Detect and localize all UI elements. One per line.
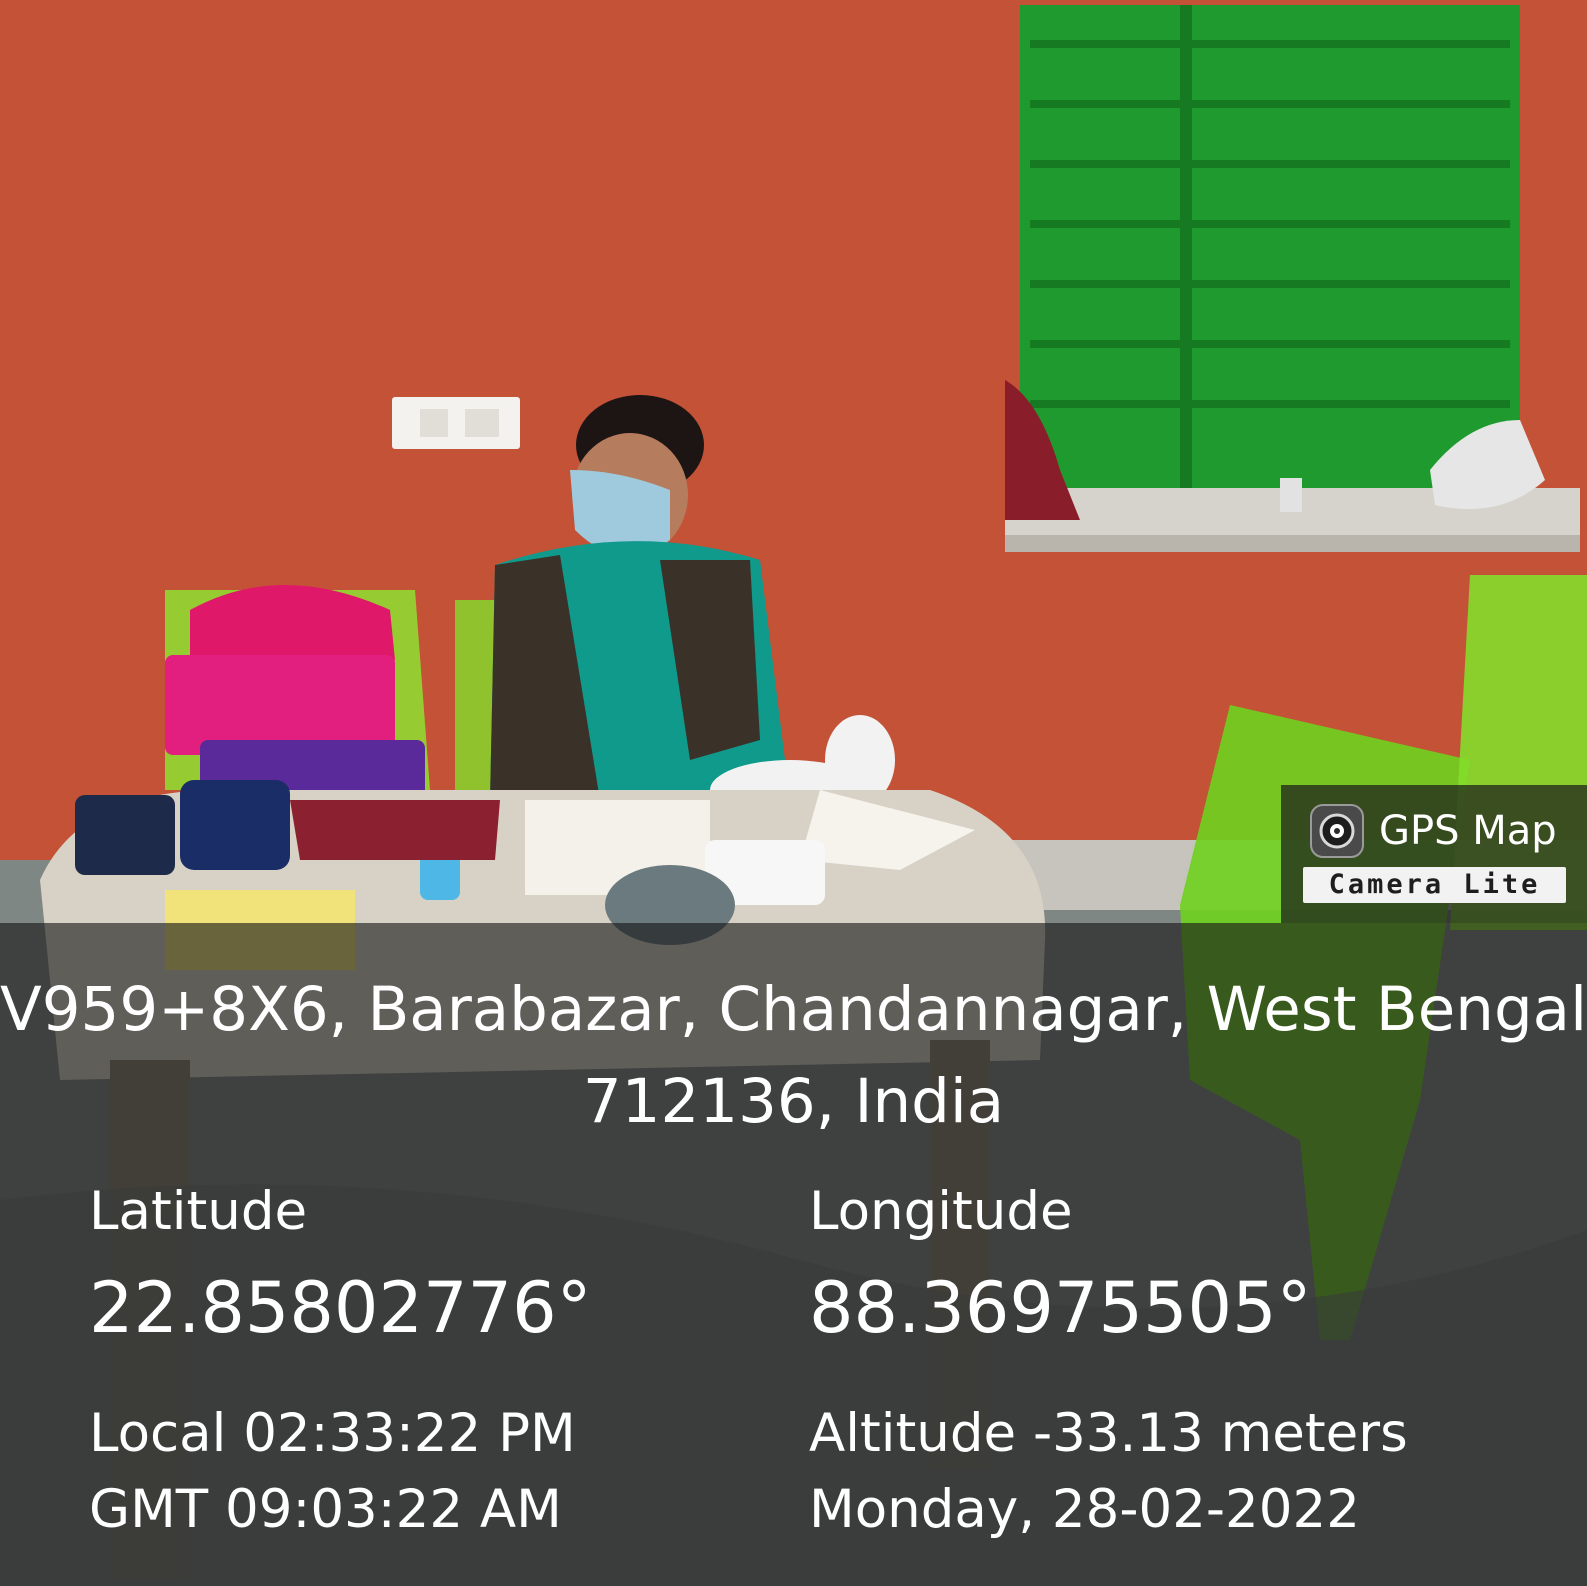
date-text: Monday, 28-02-2022 xyxy=(809,1479,1360,1540)
gmt-time: GMT 09:03:22 AM xyxy=(89,1479,562,1540)
badge-title: GPS Map xyxy=(1379,808,1557,854)
app-watermark-badge: GPS Map Camera Lite xyxy=(1281,785,1587,923)
longitude-value: 88.36975505° xyxy=(809,1267,1312,1349)
badge-subtitle: Camera Lite xyxy=(1303,867,1566,903)
location-info-overlay: V959+8X6, Barabazar, Chandannagar, West … xyxy=(0,923,1587,1586)
longitude-label: Longitude xyxy=(809,1181,1073,1242)
camera-lens-icon xyxy=(1309,803,1365,859)
latitude-value: 22.85802776° xyxy=(89,1267,592,1349)
address-text: V959+8X6, Barabazar, Chandannagar, West … xyxy=(0,974,1587,1137)
altitude-text: Altitude -33.13 meters xyxy=(809,1403,1408,1464)
local-time: Local 02:33:22 PM xyxy=(89,1403,576,1464)
latitude-label: Latitude xyxy=(89,1181,308,1242)
